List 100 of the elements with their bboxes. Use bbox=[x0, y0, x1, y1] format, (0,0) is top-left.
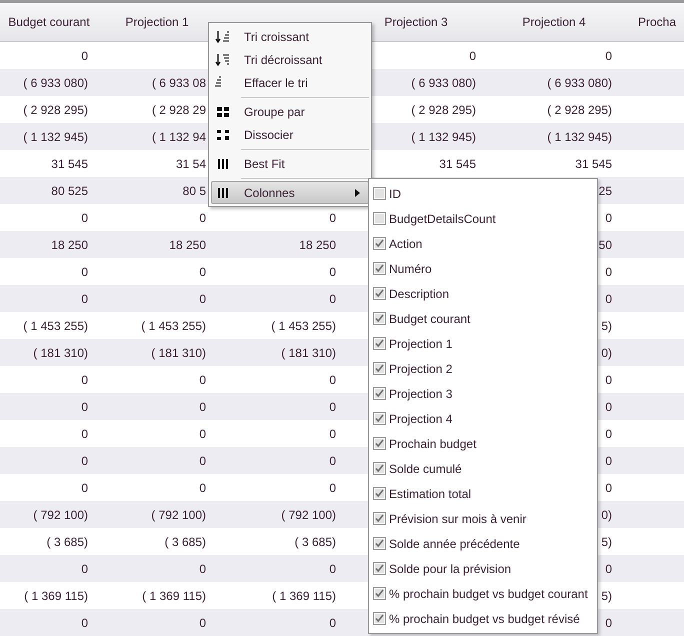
column-menu-item[interactable]: Solde année précédente bbox=[369, 531, 597, 556]
checkbox[interactable] bbox=[373, 412, 386, 425]
table-cell: 0 bbox=[199, 210, 206, 224]
table-cell: 18 250 bbox=[51, 238, 88, 252]
table-cell: 31 545 bbox=[575, 156, 612, 170]
table-cell: 0 bbox=[81, 480, 88, 494]
column-menu-item[interactable]: Projection 3 bbox=[369, 381, 597, 406]
table-cell: 0 bbox=[605, 292, 612, 306]
column-menu-item[interactable]: Projection 1 bbox=[369, 331, 597, 356]
table-cell: ( 3 685) bbox=[164, 534, 206, 548]
table-cell: 0 bbox=[329, 616, 336, 630]
table-cell: 0 bbox=[199, 426, 206, 440]
column-header[interactable]: Projection 4 bbox=[486, 15, 622, 29]
table-cell: 0 bbox=[81, 454, 88, 468]
column-menu-item[interactable]: % prochain budget vs budget courant bbox=[369, 581, 597, 606]
table-cell: ( 1 453 255) bbox=[141, 318, 206, 332]
table-cell: 5) bbox=[601, 534, 612, 548]
column-menu-item[interactable]: Solde pour la prévision bbox=[369, 556, 597, 581]
table-cell: 31 545 bbox=[51, 156, 88, 170]
checkbox[interactable] bbox=[373, 587, 386, 600]
table-cell: 0 bbox=[605, 264, 612, 278]
column-menu-item[interactable]: Prévision sur mois à venir bbox=[369, 506, 597, 531]
table-cell: 0 bbox=[329, 210, 336, 224]
column-menu-item[interactable]: Action bbox=[369, 231, 597, 256]
checkbox[interactable] bbox=[373, 387, 386, 400]
table-cell: ( 2 928 295) bbox=[547, 102, 612, 116]
column-menu-item[interactable]: Solde cumulé bbox=[369, 456, 597, 481]
checkbox[interactable] bbox=[373, 187, 386, 200]
table-cell: 5) bbox=[601, 318, 612, 332]
table-cell: ( 181 310) bbox=[33, 346, 88, 360]
group-icon bbox=[215, 105, 231, 119]
table-cell: 0 bbox=[329, 562, 336, 576]
table-cell: 0 bbox=[199, 400, 206, 414]
table-cell: 0 bbox=[199, 454, 206, 468]
table-cell: 0 bbox=[329, 426, 336, 440]
table-cell: ( 2 928 29 bbox=[152, 102, 206, 116]
checkbox[interactable] bbox=[373, 487, 386, 500]
table-cell: 0 bbox=[605, 372, 612, 386]
table-cell: 0 bbox=[81, 372, 88, 386]
menu-item[interactable]: Groupe par bbox=[211, 100, 369, 123]
table-cell: 0 bbox=[199, 264, 206, 278]
checkbox[interactable] bbox=[373, 537, 386, 550]
checkbox[interactable] bbox=[373, 362, 386, 375]
column-menu-item[interactable]: ID bbox=[369, 181, 597, 206]
column-menu-item[interactable]: Projection 4 bbox=[369, 406, 597, 431]
table-cell: 0 bbox=[199, 372, 206, 386]
checkbox[interactable] bbox=[373, 237, 386, 250]
table-cell: ( 3 685) bbox=[294, 534, 336, 548]
column-header[interactable]: Budget courant bbox=[0, 15, 98, 29]
table-cell: 5) bbox=[601, 588, 612, 602]
checkbox[interactable] bbox=[373, 612, 386, 625]
table-cell: 0 bbox=[329, 264, 336, 278]
checkbox[interactable] bbox=[373, 262, 386, 275]
table-cell: ( 6 933 08 bbox=[152, 76, 206, 90]
table-cell: 0) bbox=[601, 508, 612, 522]
table-cell: ( 1 132 945) bbox=[547, 130, 612, 144]
table-cell: ( 792 100) bbox=[151, 508, 206, 522]
table-cell: ( 181 310) bbox=[281, 346, 336, 360]
table-cell: 18 250 bbox=[299, 238, 336, 252]
table-cell: 0 bbox=[605, 480, 612, 494]
table-cell: 0 bbox=[199, 562, 206, 576]
column-menu-item[interactable]: Prochain budget bbox=[369, 431, 597, 456]
column-menu-item[interactable]: Description bbox=[369, 281, 597, 306]
column-menu-item[interactable]: Estimation total bbox=[369, 481, 597, 506]
column-menu-item[interactable]: Numéro bbox=[369, 256, 597, 281]
menu-item[interactable]: Tri croissant bbox=[211, 25, 369, 48]
checkbox[interactable] bbox=[373, 212, 386, 225]
table-cell: ( 1 453 255) bbox=[271, 318, 336, 332]
table-cell: 0 bbox=[605, 616, 612, 630]
checkbox[interactable] bbox=[373, 462, 386, 475]
table-cell: 0 bbox=[605, 426, 612, 440]
table-cell: ( 1 132 945) bbox=[23, 130, 88, 144]
table-cell: 0 bbox=[605, 210, 612, 224]
table-cell: ( 6 933 080) bbox=[547, 76, 612, 90]
table-cell: 50 bbox=[598, 238, 612, 252]
table-cell: ( 792 100) bbox=[33, 508, 88, 522]
table-cell: 0 bbox=[329, 372, 336, 386]
checkbox[interactable] bbox=[373, 287, 386, 300]
menu-item[interactable]: Best Fit bbox=[211, 152, 369, 175]
checkbox[interactable] bbox=[373, 437, 386, 450]
column-menu-item[interactable]: BudgetDetailsCount bbox=[369, 206, 597, 231]
checkbox[interactable] bbox=[373, 337, 386, 350]
column-menu-item[interactable]: % prochain budget vs budget révisé bbox=[369, 606, 597, 631]
column-menu-item[interactable]: Budget courant bbox=[369, 306, 597, 331]
table-cell: ( 6 933 080) bbox=[411, 76, 476, 90]
menu-item[interactable]: Effacer le tri bbox=[211, 71, 369, 94]
menu-item[interactable]: Dissocier bbox=[211, 123, 369, 146]
menu-item[interactable]: Tri décroissant bbox=[211, 48, 369, 71]
table-cell: 0 bbox=[81, 616, 88, 630]
table-cell: 0 bbox=[81, 264, 88, 278]
checkbox[interactable] bbox=[373, 512, 386, 525]
column-menu-item[interactable]: Projection 2 bbox=[369, 356, 597, 381]
column-header[interactable]: Procha bbox=[622, 15, 684, 29]
checkbox[interactable] bbox=[373, 312, 386, 325]
table-cell: ( 3 685) bbox=[46, 534, 88, 548]
table-cell: ( 1 369 115) bbox=[24, 588, 88, 602]
menu-item[interactable]: Colonnes bbox=[211, 181, 369, 204]
clear-sort-icon bbox=[215, 76, 222, 87]
table-cell: 0 bbox=[605, 48, 612, 62]
checkbox[interactable] bbox=[373, 562, 386, 575]
